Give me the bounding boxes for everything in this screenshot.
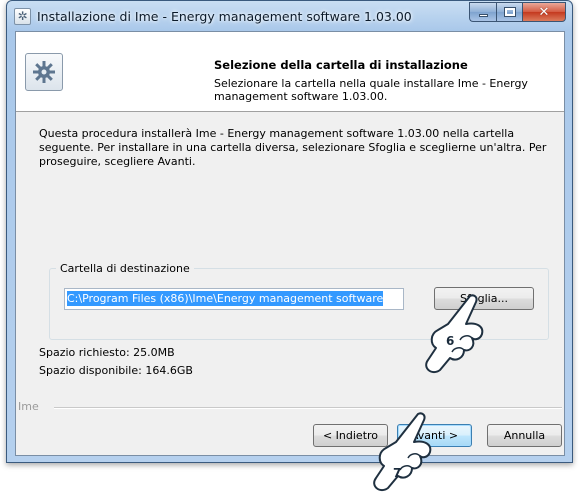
minimize-button[interactable]	[469, 2, 496, 22]
app-icon: ✲	[14, 8, 31, 25]
brand-label: Ime	[18, 400, 39, 413]
window-title: Installazione di Ime - Energy management…	[37, 9, 412, 24]
cancel-button-label: Annulla	[503, 429, 546, 442]
footer-divider	[54, 407, 562, 409]
minimize-icon	[478, 13, 488, 17]
installer-window: ✲ Installazione di Ime - Energy manageme…	[6, 0, 573, 463]
close-button[interactable]: ✕	[522, 2, 566, 22]
close-icon: ✕	[538, 4, 550, 20]
wizard-header: Selezione della cartella di installazion…	[16, 32, 564, 112]
space-available: Spazio disponibile: 164.6GB	[39, 364, 193, 377]
title-bar[interactable]: ✲ Installazione di Ime - Energy manageme…	[7, 1, 572, 31]
page-title: Selezione della cartella di installazion…	[214, 58, 468, 72]
hand-pointer-icon	[373, 412, 432, 492]
pointer-hand-step-6: 6	[418, 292, 498, 377]
window-controls: ✕	[469, 2, 566, 22]
dialog-body: Selezione della cartella di installazion…	[15, 31, 565, 456]
space-required: Spazio richiesto: 25.0MB	[39, 346, 175, 359]
maximize-icon	[503, 7, 516, 17]
destination-group-label: Cartella di destinazione	[56, 262, 194, 275]
pointer-hand-step-7: 7	[362, 410, 442, 496]
step-number-7: 7	[393, 466, 402, 480]
description-text: Questa procedura installerà Ime - Energy…	[39, 127, 547, 168]
maximize-button[interactable]	[496, 2, 522, 22]
destination-path-input[interactable]: C:\Program Files (x86)\Ime\Energy manage…	[64, 288, 404, 310]
page-subtitle: Selezionare la cartella nella quale inst…	[214, 77, 528, 103]
step-number-6: 6	[446, 334, 455, 348]
cancel-button[interactable]: Annulla	[487, 424, 562, 447]
destination-path-value: C:\Program Files (x86)\Ime\Energy manage…	[67, 291, 384, 306]
hand-pointer-icon	[425, 294, 484, 374]
installer-gear-icon	[25, 53, 63, 91]
